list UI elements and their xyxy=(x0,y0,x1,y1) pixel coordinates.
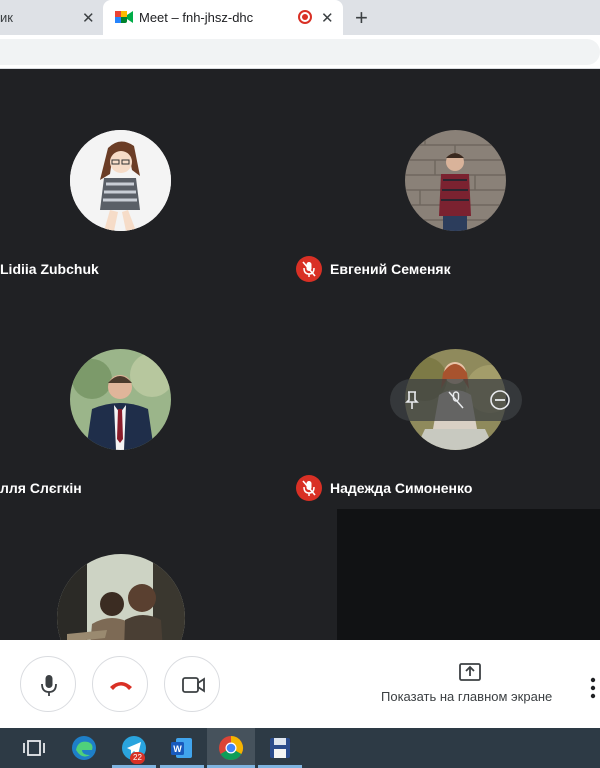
man-brick-wall-avatar xyxy=(405,130,506,231)
mic-toggle-button[interactable] xyxy=(20,656,76,712)
meeting-grid: Lidiia Zubchuk Евгений Семеняк лля Слєгк… xyxy=(0,70,600,640)
meeting-controls-bar: Показать на главном экране xyxy=(0,640,600,728)
more-vert-icon[interactable] xyxy=(588,676,598,700)
google-meet-icon xyxy=(115,11,133,23)
camera-icon xyxy=(182,677,205,693)
tab-meet[interactable]: Meet – fnh-jhsz-dhc ✕ xyxy=(103,0,343,35)
mic-off-icon xyxy=(296,475,322,501)
participant-hover-controls xyxy=(390,379,522,421)
participant-name: лля Слєгкін xyxy=(0,480,82,496)
participant-avatar-group xyxy=(57,554,185,640)
pin-icon[interactable] xyxy=(400,388,424,412)
participant-name: Надежда Симоненко xyxy=(330,480,473,496)
telegram-unread-badge: 22 xyxy=(130,752,145,764)
present-screen-icon xyxy=(459,663,481,681)
recording-indicator-icon xyxy=(298,10,312,24)
empty-video-tile xyxy=(337,509,600,640)
mic-off-icon xyxy=(296,256,322,282)
tab-previous[interactable]: ик ✕ xyxy=(0,0,103,35)
close-icon[interactable]: ✕ xyxy=(321,9,334,27)
svg-text:W: W xyxy=(173,744,182,754)
edge-icon[interactable] xyxy=(70,734,98,762)
participant-avatar-evgeniy xyxy=(405,130,506,231)
tab-label: ик xyxy=(0,10,13,25)
chrome-icon[interactable] xyxy=(217,734,245,762)
save-app-icon[interactable] xyxy=(266,734,294,762)
tab-strip: ик ✕ Meet – fnh-jhsz-dhc ✕ + xyxy=(0,0,600,35)
close-icon[interactable]: ✕ xyxy=(82,9,95,27)
address-bar[interactable] xyxy=(0,39,600,65)
group-photo-avatar xyxy=(57,554,185,640)
browser-toolbar xyxy=(0,35,600,69)
windows-taskbar: W xyxy=(0,728,600,768)
word-icon[interactable]: W xyxy=(168,734,196,762)
man-in-suit-avatar xyxy=(70,349,171,450)
participant-avatar-lidiia xyxy=(70,130,171,231)
participant-name: Евгений Семеняк xyxy=(330,261,451,277)
participant-name: Lidiia Zubchuk xyxy=(0,261,99,277)
anime-girl-avatar xyxy=(70,130,171,231)
participant-avatar-illya xyxy=(70,349,171,450)
tab-label: Meet – fnh-jhsz-dhc xyxy=(139,10,254,25)
mic-off-icon[interactable] xyxy=(444,388,468,412)
microphone-icon xyxy=(41,675,57,696)
camera-toggle-button[interactable] xyxy=(164,656,220,712)
new-tab-button[interactable]: + xyxy=(355,5,368,31)
task-view-icon[interactable] xyxy=(20,734,48,762)
hang-up-button[interactable] xyxy=(92,656,148,712)
remove-icon[interactable] xyxy=(488,388,512,412)
present-label: Показать на главном экране xyxy=(381,689,553,704)
phone-hangup-icon xyxy=(110,682,132,690)
